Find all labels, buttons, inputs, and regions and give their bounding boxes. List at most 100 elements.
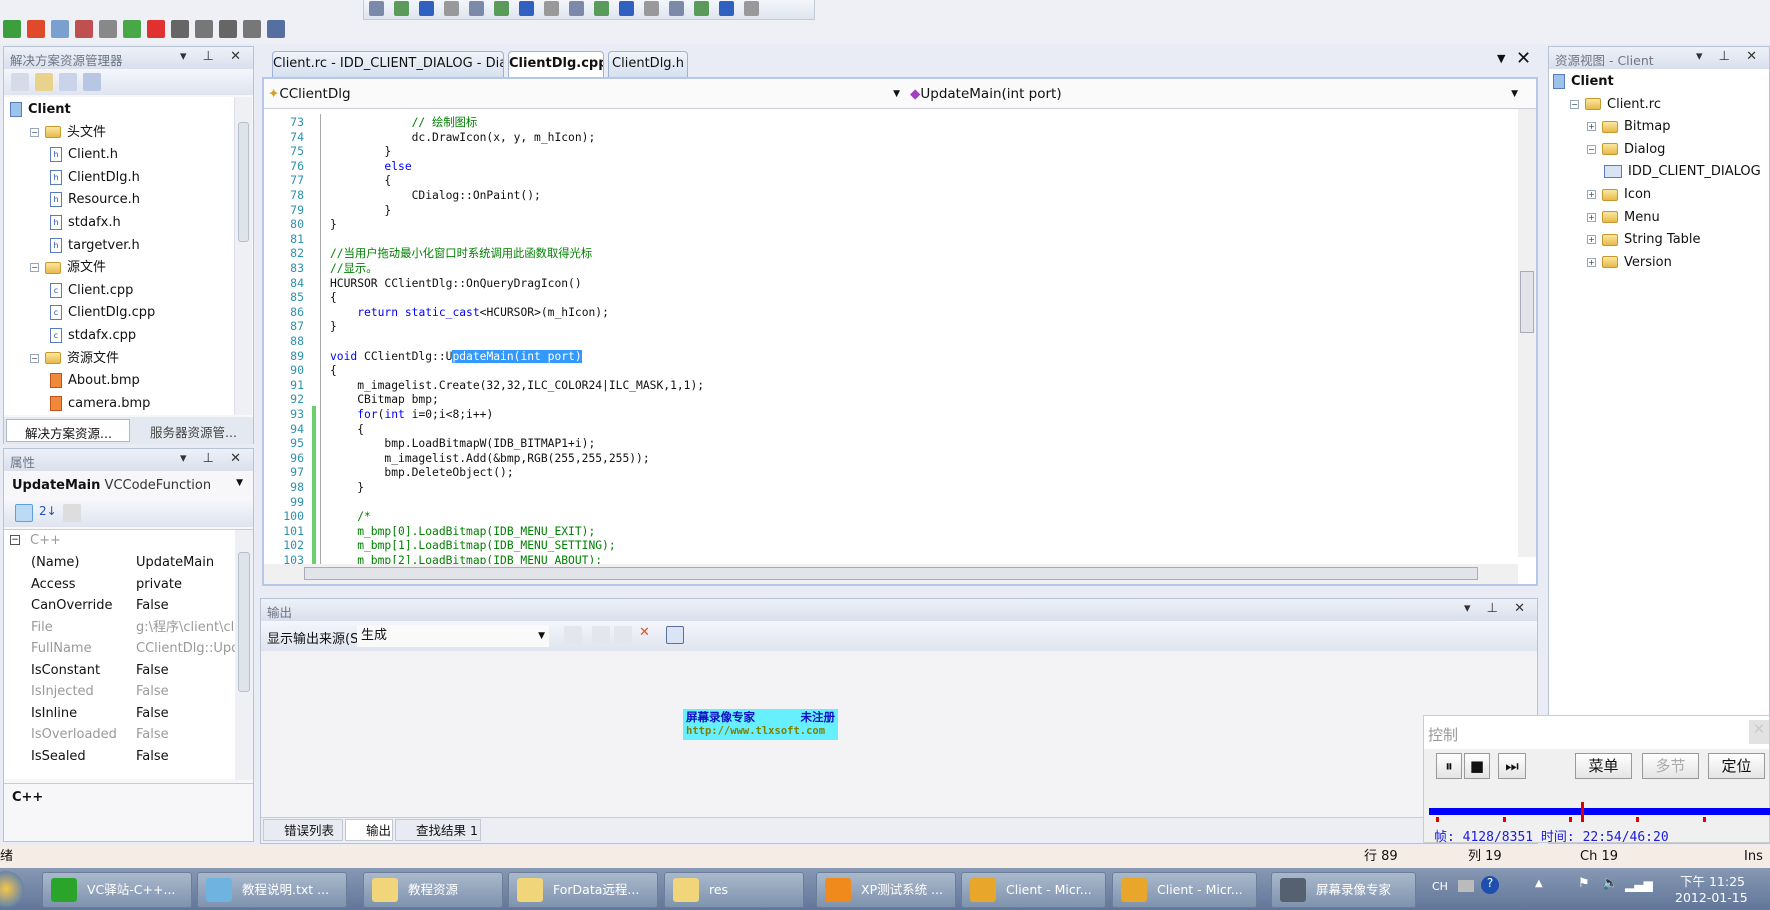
collapse-icon[interactable]: − <box>10 535 20 545</box>
code-line[interactable]: { <box>330 363 337 378</box>
code-line[interactable]: bmp.LoadBitmapW(IDB_BITMAP1+i); <box>330 436 595 451</box>
find-icon[interactable] <box>719 1 734 16</box>
tab-output-0[interactable]: 错误列表 <box>263 819 343 841</box>
help-icon[interactable]: ? <box>1481 876 1499 894</box>
expand-icon[interactable]: + <box>1587 257 1596 267</box>
code-line[interactable]: } <box>330 319 337 334</box>
prev-bookmark-icon[interactable] <box>594 1 609 16</box>
property-row[interactable]: IsConstant False <box>26 660 223 681</box>
word-wrap-icon[interactable] <box>666 626 684 644</box>
clock-date[interactable]: 2012-01-15 <box>1675 890 1748 905</box>
expand-icon[interactable]: + <box>1587 212 1596 222</box>
tree-item[interactable]: h Client.h <box>50 144 118 166</box>
class-combo[interactable]: ✦CClientDlg ▼ <box>268 83 904 105</box>
resource-item[interactable]: − Client.rc <box>1570 94 1661 116</box>
resource-item[interactable]: + Bitmap <box>1587 116 1671 138</box>
property-row[interactable]: File g:\程序\client\cli <box>26 617 238 638</box>
panel-window-buttons[interactable]: ▾ ⊥ ✕ <box>180 49 247 64</box>
categorized-icon[interactable] <box>15 504 33 522</box>
tree-item[interactable]: − 资源文件 <box>30 348 119 370</box>
code-line[interactable]: } <box>330 203 391 218</box>
tree-item[interactable]: − 源文件 <box>30 257 106 279</box>
comment-icon[interactable] <box>519 1 534 16</box>
taskbar-item[interactable]: res <box>664 872 804 908</box>
code-line[interactable]: dc.DrawIcon(x, y, m_hIcon); <box>330 130 596 145</box>
show-hidden-icons[interactable]: ▲ <box>1535 878 1543 889</box>
panel-window-buttons[interactable]: ▾ ⊥ ✕ <box>1696 49 1763 64</box>
refresh-icon[interactable] <box>59 73 77 91</box>
taskbar-item[interactable]: 教程资源 <box>363 872 503 908</box>
properties-icon[interactable] <box>11 73 29 91</box>
network-icon[interactable]: ▂▄▆ <box>1625 878 1653 892</box>
resource-item[interactable]: + Version <box>1587 252 1672 274</box>
replace-icon[interactable] <box>744 1 759 16</box>
property-row[interactable]: IsSealed False <box>26 746 223 767</box>
tree-item[interactable]: About.bmp <box>50 370 140 392</box>
panel-window-buttons[interactable]: ▾ ⊥ ✕ <box>1464 601 1531 616</box>
tree-scrollbar[interactable] <box>234 97 252 415</box>
tree-item[interactable]: Client <box>10 99 71 121</box>
code-line[interactable]: m_bmp[1].LoadBitmap(IDB_MENU_SETTING); <box>330 538 615 553</box>
code-line[interactable]: } <box>330 144 391 159</box>
taskbar-item[interactable]: VC驿站-C++... <box>42 872 192 908</box>
chevron-down-icon[interactable]: ▼ <box>236 478 243 488</box>
run-icon[interactable] <box>123 20 141 38</box>
indent-icon[interactable] <box>469 1 484 16</box>
menu-button[interactable]: 菜单 <box>1575 753 1632 779</box>
align-left-icon[interactable] <box>369 1 384 16</box>
tree-item[interactable]: h ClientDlg.h <box>50 167 140 189</box>
vertical-scrollbar[interactable] <box>1518 109 1536 557</box>
start-button[interactable] <box>0 871 24 907</box>
tab-solution-explorer[interactable]: 解决方案资源... <box>6 419 130 442</box>
stop-button[interactable]: ■ <box>1464 753 1490 779</box>
next-folder-bookmark-icon[interactable] <box>669 1 684 16</box>
code-line[interactable]: /* <box>330 509 371 524</box>
taskbar-item[interactable]: 屏幕录像专家 <box>1271 872 1416 908</box>
code-line[interactable]: m_imagelist.Add(&bmp,RGB(255,255,255)); <box>330 451 649 466</box>
tree-item[interactable]: h targetver.h <box>50 235 140 257</box>
step-over-icon[interactable] <box>219 20 237 38</box>
horizontal-scrollbar[interactable] <box>264 564 1518 584</box>
volume-icon[interactable]: 🔈 <box>1602 876 1618 891</box>
collapse-icon[interactable]: − <box>1570 99 1579 109</box>
code-line[interactable]: { <box>330 173 391 188</box>
code-line[interactable]: } <box>330 217 337 232</box>
expand-icon[interactable]: + <box>1587 122 1596 132</box>
code-line[interactable]: else <box>330 159 411 174</box>
panel-window-buttons[interactable]: ▾ ⊥ ✕ <box>180 451 247 466</box>
rebuild-icon[interactable] <box>75 20 93 38</box>
close-editor-icon[interactable]: ✕ <box>1516 48 1531 69</box>
tab-server-explorer[interactable]: 服务器资源管... <box>132 419 252 442</box>
stop-icon[interactable] <box>147 20 165 38</box>
tab-client-rc-idd-client-dialog-dialog[interactable]: Client.rc - IDD_CLIENT_DIALOG - Dialog <box>272 51 504 77</box>
language-indicator[interactable]: CH <box>1432 880 1448 893</box>
pause-button[interactable]: ⏸ <box>1436 753 1462 779</box>
taskbar-item[interactable]: XP测试系统 ... <box>816 872 956 908</box>
resource-item[interactable]: IDD_CLIENT_DIALOG <box>1604 161 1761 183</box>
property-pages-icon[interactable] <box>63 504 81 522</box>
property-row[interactable]: IsOverloaded False <box>26 724 223 745</box>
clean-icon[interactable] <box>99 20 117 38</box>
property-row[interactable]: (Name) UpdateMain <box>26 552 223 573</box>
tree-item[interactable]: c ClientDlg.cpp <box>50 302 155 324</box>
class-diagram-icon[interactable] <box>83 73 101 91</box>
tree-item[interactable]: c Client.cpp <box>50 280 133 302</box>
tree-item[interactable]: h Resource.h <box>50 189 140 211</box>
collapse-icon[interactable]: − <box>1587 144 1596 154</box>
property-row[interactable]: Access private <box>26 574 223 595</box>
start-debug-icon[interactable] <box>3 20 21 38</box>
tab-clientdlg-h[interactable]: ClientDlg.h <box>608 51 688 77</box>
code-line[interactable]: CDialog::OnPaint(); <box>330 188 541 203</box>
collapse-icon[interactable]: − <box>30 127 39 137</box>
breakpoint-icon[interactable] <box>171 20 189 38</box>
tab-output-1[interactable]: 输出 <box>345 819 393 841</box>
align-right-icon[interactable] <box>419 1 434 16</box>
code-line[interactable]: m_bmp[0].LoadBitmap(IDB_MENU_EXIT); <box>330 524 595 539</box>
object-selector[interactable]: UpdateMain VCCodeFunction ▼ <box>4 471 253 501</box>
window-icon[interactable] <box>243 20 261 38</box>
multi-section-button[interactable]: 多节 <box>1642 753 1699 779</box>
collapse-icon[interactable]: − <box>30 353 39 363</box>
expand-icon[interactable]: + <box>1587 190 1596 199</box>
resource-item[interactable]: − Dialog <box>1587 139 1665 161</box>
step-icon[interactable] <box>27 20 45 38</box>
